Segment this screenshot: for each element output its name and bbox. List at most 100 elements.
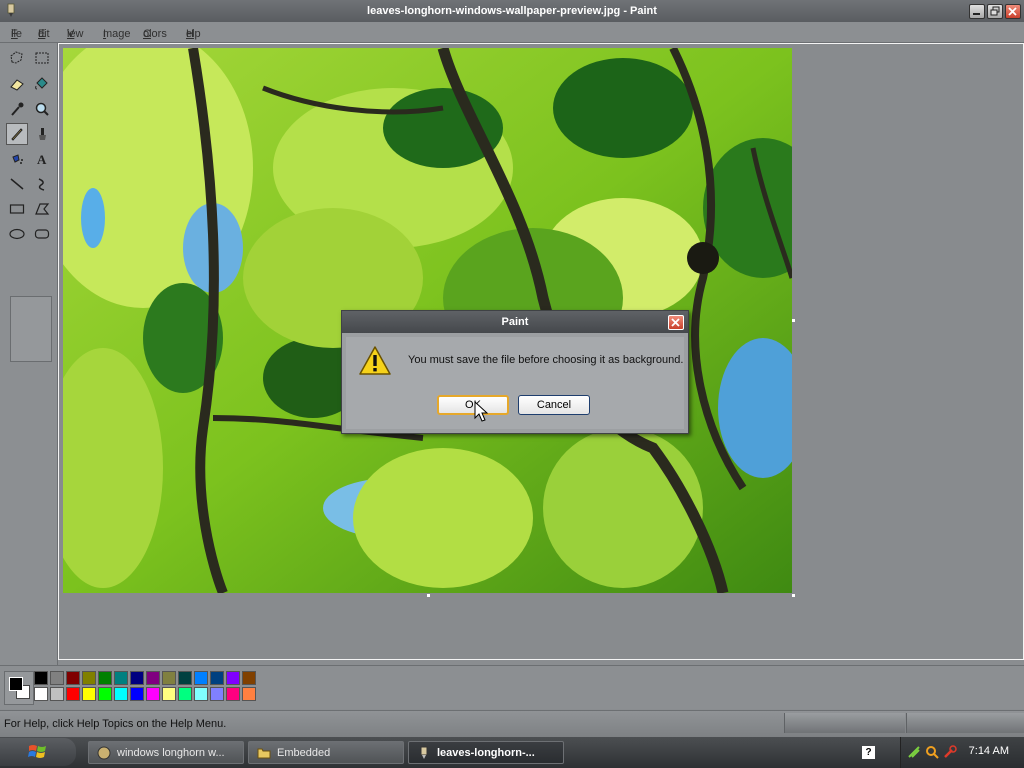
tool-pick-color[interactable] [6,98,28,120]
color-swatch[interactable] [226,671,240,685]
title-bar: leaves-longhorn-windows-wallpaper-previe… [0,0,1024,22]
color-swatch[interactable] [162,671,176,685]
tool-text[interactable]: A [31,148,53,170]
color-swatch[interactable] [82,671,96,685]
paint-app-icon[interactable] [5,3,17,18]
airbrush-icon [12,154,23,164]
color-swatch[interactable] [34,671,48,685]
color-swatch[interactable] [114,687,128,701]
taskbar-item-folder[interactable]: Embedded [248,741,404,764]
tool-brush[interactable] [31,123,53,145]
minimize-icon [973,13,980,15]
dialog-close-button[interactable] [668,315,684,330]
tool-airbrush[interactable] [6,148,28,170]
color-swatch[interactable] [242,671,256,685]
tool-rectangle[interactable] [6,198,28,220]
ok-button[interactable]: OK [437,395,509,415]
tool-eraser[interactable] [6,73,28,95]
status-panel-position [784,713,905,733]
text-icon: A [37,152,47,167]
color-swatch[interactable] [50,671,64,685]
mouse-cursor-icon [474,401,488,422]
color-swatch[interactable] [178,671,192,685]
svg-text:A: A [37,152,47,167]
color-swatch[interactable] [194,671,208,685]
resize-handle-bottom[interactable] [427,594,430,597]
tool-pencil[interactable] [6,123,28,145]
help-glyph: ? [865,747,872,758]
windows-logo-icon [28,745,46,758]
brush-icon [39,128,46,140]
rectangle-icon [9,204,25,214]
color-swatch[interactable] [130,687,144,701]
tool-rounded-rectangle[interactable] [31,223,53,245]
pick-color-icon [11,102,24,116]
color-swatch[interactable] [50,687,64,701]
color-swatch[interactable] [178,687,192,701]
color-swatch[interactable] [114,671,128,685]
minimize-button[interactable] [969,4,985,19]
current-colors[interactable] [4,671,34,705]
fill-icon [35,77,48,90]
color-swatch[interactable] [82,687,96,701]
taskbar: windows longhorn w... Embedded leaves-lo… [0,737,1024,768]
start-button[interactable] [0,738,76,766]
tool-curve[interactable] [31,173,53,195]
tools-icon[interactable] [943,745,957,759]
magnifier-icon [35,102,49,116]
cancel-button[interactable]: Cancel [518,395,590,415]
color-swatch[interactable] [146,687,160,701]
color-swatch[interactable] [98,671,112,685]
polygon-icon [35,203,50,215]
resize-handle-corner[interactable] [792,594,795,597]
color-swatch[interactable] [130,671,144,685]
dialog-body: You must save the file before choosing i… [346,337,684,429]
tool-select[interactable] [31,47,53,69]
paint-app-icon [420,746,428,759]
color-swatch[interactable] [226,687,240,701]
restore-button[interactable] [987,4,1003,19]
taskbar-item-paint[interactable]: leaves-longhorn-... [408,741,564,764]
color-swatch[interactable] [194,687,208,701]
browser-icon [97,746,111,760]
close-icon [1008,7,1017,16]
resize-handle-right[interactable] [792,319,795,322]
help-button[interactable]: ? [862,746,875,759]
free-form-select-icon [10,51,23,64]
taskbar-item-label: windows longhorn w... [117,747,225,759]
warning-icon [359,346,391,375]
color-swatch[interactable] [34,687,48,701]
menu-bar: File Edit View Image Colors Help [0,22,1024,43]
select-icon [35,52,49,64]
color-swatch[interactable] [98,687,112,701]
ellipse-icon [9,228,25,240]
close-button[interactable] [1005,4,1021,19]
foreground-color-swatch[interactable] [9,677,23,691]
close-icon [671,318,680,327]
line-icon [10,178,24,190]
taskbar-item-browser[interactable]: windows longhorn w... [88,741,244,764]
toolbox: A [0,43,58,665]
color-swatch[interactable] [210,671,224,685]
color-swatch[interactable] [66,671,80,685]
color-swatch[interactable] [66,687,80,701]
tool-line[interactable] [6,173,28,195]
taskbar-item-label: leaves-longhorn-... [437,747,535,759]
tool-magnifier[interactable] [31,98,53,120]
color-swatch[interactable] [210,687,224,701]
color-swatch[interactable] [146,671,160,685]
tool-free-form-select[interactable] [6,47,28,69]
taskbar-item-label: Embedded [277,747,331,759]
tool-options-box[interactable] [10,296,52,362]
color-swatch[interactable] [242,687,256,701]
search-icon[interactable] [925,745,939,759]
tool-polygon[interactable] [31,198,53,220]
folder-icon [257,748,271,759]
color-swatch[interactable] [162,687,176,701]
tool-fill[interactable] [31,73,53,95]
status-bar: For Help, click Help Topics on the Help … [0,710,1024,737]
network-icon[interactable] [907,745,921,759]
tool-ellipse[interactable] [6,223,28,245]
dialog-title: Paint [501,316,529,328]
rounded-rectangle-icon [34,229,50,239]
